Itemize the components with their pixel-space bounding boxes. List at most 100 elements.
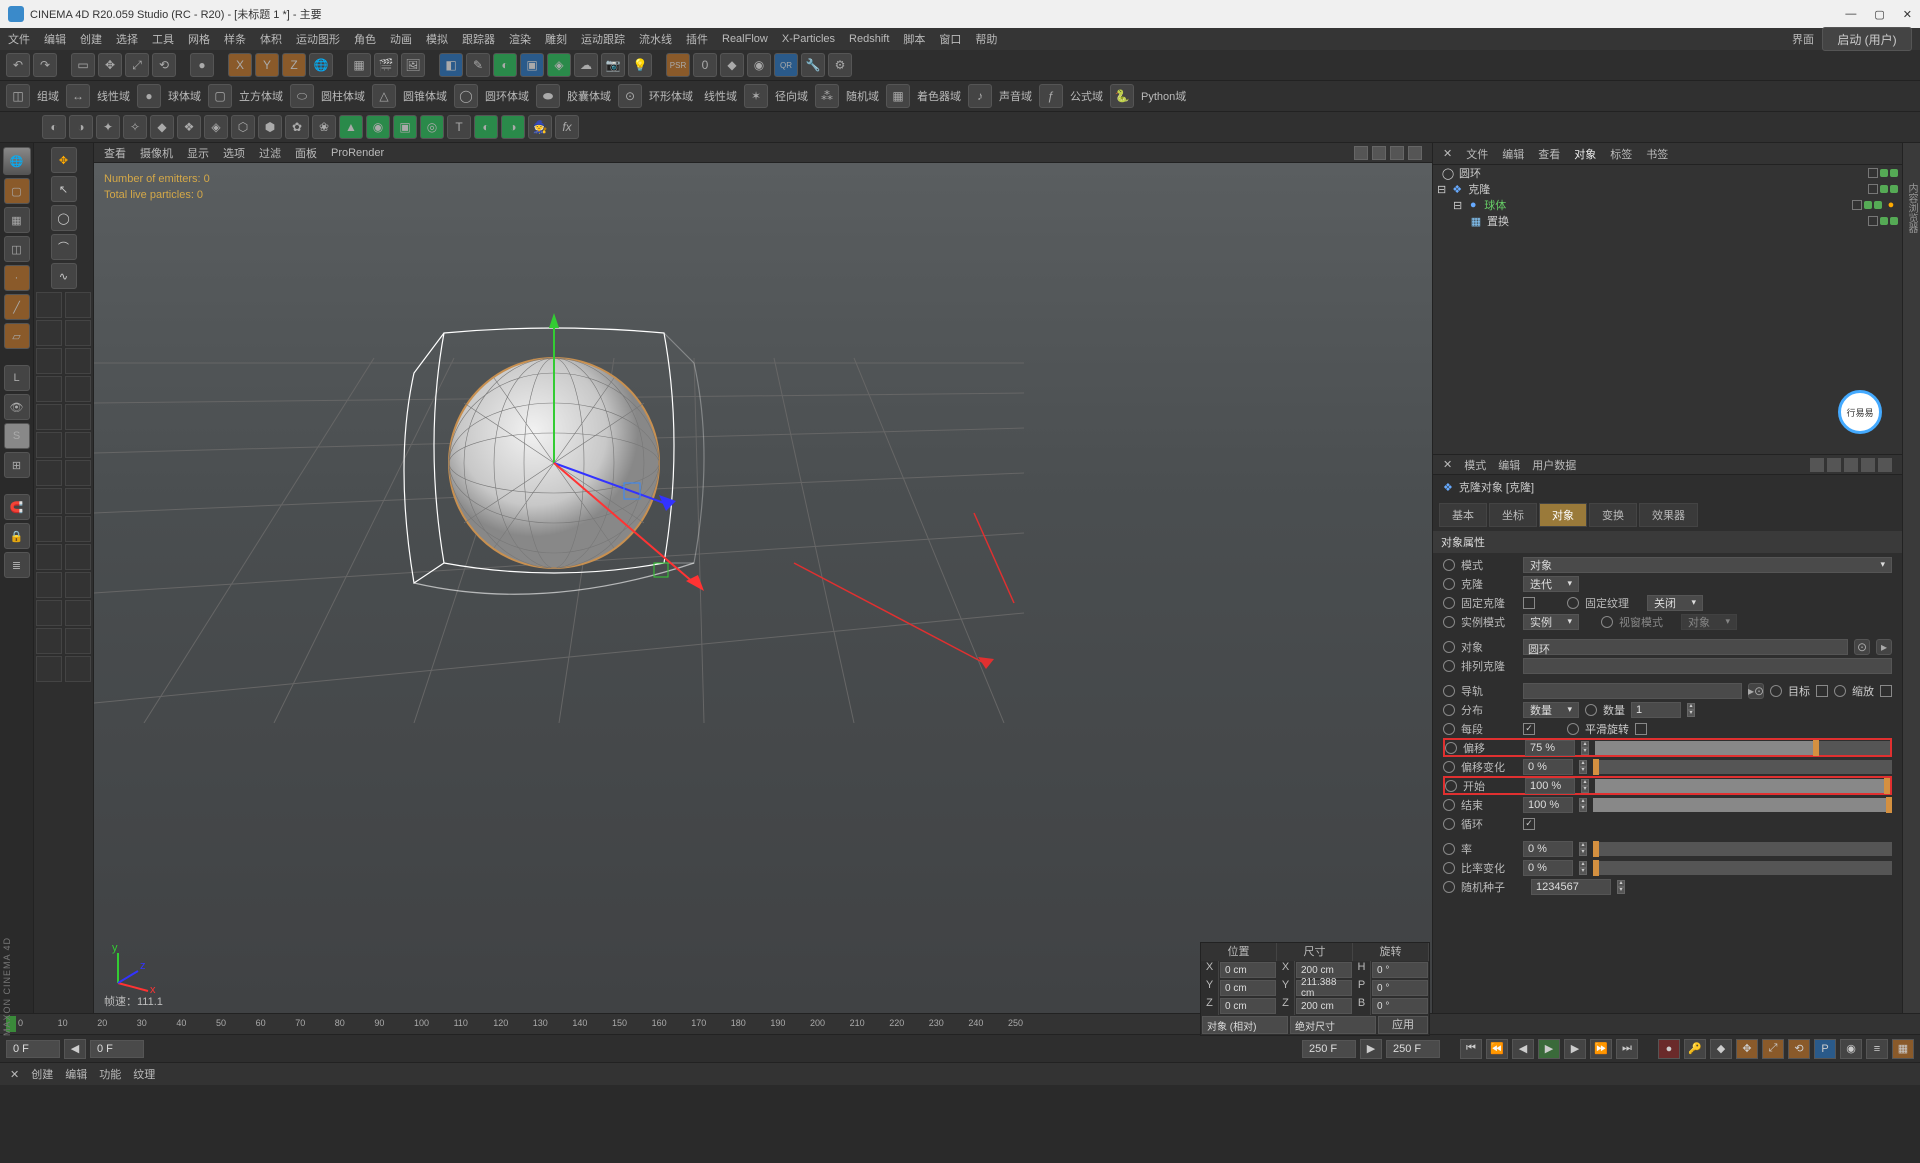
- palette-slot[interactable]: [65, 600, 91, 626]
- attr-edit[interactable]: 编辑: [1498, 457, 1520, 473]
- magnet-icon[interactable]: 🧲: [4, 494, 30, 520]
- mode-dropdown[interactable]: 对象: [1523, 557, 1892, 573]
- field-cube[interactable]: 立方体域: [235, 88, 287, 104]
- xt-18[interactable]: 🧙: [528, 115, 552, 139]
- dist-dropdown[interactable]: 数量: [1523, 702, 1579, 718]
- world-axis-toggle[interactable]: 🌐: [309, 53, 333, 77]
- anim-dot[interactable]: [1443, 559, 1455, 571]
- anim-dot[interactable]: [1443, 578, 1455, 590]
- tab-basic[interactable]: 基本: [1439, 503, 1487, 527]
- field-icon-1[interactable]: ↔: [66, 84, 90, 108]
- key-scale-button[interactable]: ⤢: [1762, 1039, 1784, 1059]
- last-frame-button[interactable]: ⏭: [1616, 1039, 1638, 1059]
- field-shader[interactable]: 着色器域: [913, 88, 965, 104]
- menu-xparticles[interactable]: X-Particles: [782, 33, 835, 45]
- attr-close-icon[interactable]: ✕: [1443, 458, 1452, 471]
- menu-mograph[interactable]: 运动图形: [296, 31, 340, 47]
- menu-sculpt[interactable]: 雕刻: [545, 31, 567, 47]
- xt-10[interactable]: ❀: [312, 115, 336, 139]
- field-python[interactable]: Python域: [1137, 88, 1190, 104]
- lasso-tool-icon[interactable]: ◯: [51, 205, 77, 231]
- content-browser-icon[interactable]: 🌐: [3, 147, 31, 175]
- stack-icon[interactable]: ≣: [4, 552, 30, 578]
- end-spinner[interactable]: ▴▾: [1579, 798, 1587, 812]
- camera-button[interactable]: 📷: [601, 53, 625, 77]
- anim-dot[interactable]: [1443, 660, 1455, 672]
- anim-dot[interactable]: [1443, 881, 1455, 893]
- perstep-checkbox[interactable]: ✓: [1523, 723, 1535, 735]
- rail-field[interactable]: [1523, 683, 1742, 699]
- material-manager-body[interactable]: [0, 1085, 1920, 1163]
- palette-slot[interactable]: [36, 516, 62, 542]
- vp-options[interactable]: 选项: [223, 145, 245, 161]
- minimize-button[interactable]: —: [1845, 8, 1856, 21]
- goto-start-button[interactable]: ◀: [64, 1039, 86, 1059]
- field-icon-3[interactable]: ▢: [208, 84, 232, 108]
- arrow-tool-icon[interactable]: ↖: [51, 176, 77, 202]
- xt-11[interactable]: ▲: [339, 115, 363, 139]
- vis-editor[interactable]: [1880, 185, 1888, 193]
- prev-frame-button[interactable]: ◀: [1512, 1039, 1534, 1059]
- anim-dot[interactable]: [1585, 704, 1597, 716]
- vp-panel[interactable]: 面板: [295, 145, 317, 161]
- field-ring[interactable]: 环形体域: [645, 88, 697, 104]
- menu-plugins[interactable]: 插件: [686, 31, 708, 47]
- render-settings-button[interactable]: 🎬: [374, 53, 398, 77]
- attr-nav-back[interactable]: [1810, 458, 1824, 472]
- xt-12[interactable]: ◉: [366, 115, 390, 139]
- om-close-icon[interactable]: ✕: [1443, 147, 1452, 160]
- rotate-tool[interactable]: ⟲: [152, 53, 176, 77]
- field-group[interactable]: 组域: [33, 88, 63, 104]
- field-icon-12[interactable]: ▦: [886, 84, 910, 108]
- select-tool[interactable]: ▭: [71, 53, 95, 77]
- field-formula[interactable]: 公式域: [1066, 88, 1107, 104]
- object-clear-icon[interactable]: ▸: [1876, 639, 1892, 655]
- palette-slot[interactable]: [65, 348, 91, 374]
- environment-button[interactable]: ☁: [574, 53, 598, 77]
- coord-mode-dropdown[interactable]: 对象 (相对): [1202, 1016, 1288, 1034]
- menu-redshift[interactable]: Redshift: [849, 33, 889, 45]
- mode-edge[interactable]: ╱: [4, 294, 30, 320]
- field-cone[interactable]: 圆锥体域: [399, 88, 451, 104]
- menu-script[interactable]: 脚本: [903, 31, 925, 47]
- menu-animate[interactable]: 动画: [390, 31, 412, 47]
- layer-toggle[interactable]: [1868, 168, 1878, 178]
- anim-dot[interactable]: [1443, 761, 1455, 773]
- field-icon-4[interactable]: ⬭: [290, 84, 314, 108]
- palette-slot[interactable]: [36, 460, 62, 486]
- axis-z-toggle[interactable]: Z: [282, 53, 306, 77]
- offsetvar-spinner[interactable]: ▴▾: [1579, 760, 1587, 774]
- field-icon-7[interactable]: ⬬: [536, 84, 560, 108]
- coord-size-dropdown[interactable]: 绝对尺寸: [1290, 1016, 1376, 1034]
- om-tab-view[interactable]: 查看: [1538, 146, 1560, 162]
- pos-y-field[interactable]: 0 cm: [1220, 980, 1276, 996]
- start-field[interactable]: 100 %: [1525, 778, 1575, 794]
- axis-toggle[interactable]: L: [4, 365, 30, 391]
- coord-reset-button[interactable]: 0: [693, 53, 717, 77]
- layer-toggle[interactable]: [1868, 184, 1878, 194]
- field-sphere[interactable]: 球体域: [164, 88, 205, 104]
- vp-nav-2[interactable]: [1372, 146, 1386, 160]
- loop-checkbox[interactable]: ✓: [1523, 818, 1535, 830]
- palette-slot[interactable]: [65, 628, 91, 654]
- field-capsule[interactable]: 胶囊体域: [563, 88, 615, 104]
- lock-icon[interactable]: 🔒: [4, 523, 30, 549]
- field-icon-6[interactable]: ◯: [454, 84, 478, 108]
- pos-z-field[interactable]: 0 cm: [1220, 998, 1276, 1014]
- mode-uv[interactable]: ◫: [4, 236, 30, 262]
- size-x-field[interactable]: 200 cm: [1296, 962, 1352, 978]
- menu-tools[interactable]: 工具: [152, 31, 174, 47]
- scale-tool[interactable]: ⤢: [125, 53, 149, 77]
- tab-effectors[interactable]: 效果器: [1639, 503, 1698, 527]
- palette-slot[interactable]: [36, 488, 62, 514]
- palette-slot[interactable]: [36, 376, 62, 402]
- next-key-button[interactable]: ⏩: [1590, 1039, 1612, 1059]
- tab-coord[interactable]: 坐标: [1489, 503, 1537, 527]
- record-button[interactable]: ●: [1658, 1039, 1680, 1059]
- field-linear[interactable]: 线性域: [93, 88, 134, 104]
- palette-slot[interactable]: [36, 320, 62, 346]
- attr-userdata[interactable]: 用户数据: [1532, 457, 1576, 473]
- xt-5[interactable]: ❖: [177, 115, 201, 139]
- rot-b-field[interactable]: 0 °: [1372, 998, 1428, 1014]
- object-link-field[interactable]: 圆环: [1523, 639, 1848, 655]
